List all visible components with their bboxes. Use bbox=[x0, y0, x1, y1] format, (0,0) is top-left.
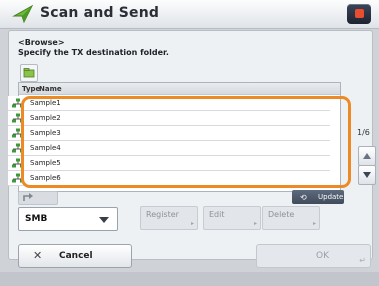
column-name: Name bbox=[39, 85, 62, 93]
scroll-up-button[interactable] bbox=[358, 146, 376, 166]
update-label: Update bbox=[318, 193, 344, 201]
register-button[interactable]: Register ▸ bbox=[140, 206, 198, 230]
item-name: Sample2 bbox=[30, 114, 61, 122]
delete-button[interactable]: Delete ▸ bbox=[262, 206, 320, 230]
chevron-down-icon bbox=[99, 217, 109, 223]
scroll-down-button[interactable] bbox=[358, 165, 376, 185]
arrow-icon: ▸ bbox=[253, 220, 257, 227]
edit-label: Edit bbox=[209, 210, 225, 219]
page-indicator: 1/6 bbox=[357, 128, 370, 137]
status-monitor-icon bbox=[355, 9, 364, 18]
page-title: Scan and Send bbox=[40, 5, 160, 21]
network-folder-icon bbox=[12, 128, 24, 138]
protocol-select[interactable]: SMB bbox=[18, 207, 118, 231]
arrow-icon: ▸ bbox=[190, 220, 194, 227]
browse-heading: <Browse> bbox=[18, 38, 65, 47]
list-header: Type Name bbox=[19, 83, 340, 95]
list-item[interactable]: Sample5 bbox=[8, 156, 330, 171]
title-bar: Scan and Send bbox=[0, 0, 379, 29]
list-item[interactable]: Sample4 bbox=[8, 141, 330, 156]
network-folder-icon bbox=[12, 143, 24, 153]
column-type: Type bbox=[22, 85, 41, 93]
update-button[interactable]: ⟲ Update bbox=[292, 190, 344, 204]
item-name: Sample4 bbox=[30, 144, 61, 152]
ok-button[interactable]: OK ↵ bbox=[256, 244, 371, 268]
cancel-label: Cancel bbox=[59, 251, 93, 261]
delete-label: Delete bbox=[268, 210, 295, 219]
item-name: Sample1 bbox=[30, 99, 61, 107]
edit-button[interactable]: Edit ▸ bbox=[203, 206, 261, 230]
folder-icon bbox=[23, 68, 35, 78]
ok-label: OK bbox=[316, 251, 329, 261]
list-item[interactable]: Sample1 bbox=[8, 96, 330, 111]
instructions: <Browse> Specify the TX destination fold… bbox=[18, 38, 169, 58]
cancel-button[interactable]: ✕ Cancel bbox=[18, 244, 132, 268]
status-monitor-button[interactable] bbox=[347, 4, 371, 24]
item-name: Sample5 bbox=[30, 159, 61, 167]
scan-send-icon bbox=[12, 4, 34, 24]
folder-tree-icon[interactable] bbox=[20, 64, 38, 82]
item-name: Sample3 bbox=[30, 129, 61, 137]
protocol-value: SMB bbox=[25, 214, 48, 224]
arrow-icon: ▸ bbox=[312, 220, 316, 227]
instruction-text: Specify the TX destination folder. bbox=[18, 48, 169, 57]
bottom-bar bbox=[0, 272, 379, 286]
refresh-icon: ⟲ bbox=[300, 193, 307, 202]
close-icon: ✕ bbox=[33, 249, 43, 262]
network-folder-icon bbox=[12, 173, 24, 183]
network-folder-icon bbox=[12, 113, 24, 123]
enter-arrow-icon: ↵ bbox=[359, 256, 366, 265]
network-folder-icon bbox=[12, 98, 24, 108]
list-item[interactable]: Sample6 bbox=[8, 171, 330, 186]
list-item[interactable]: Sample3 bbox=[8, 126, 330, 141]
register-label: Register bbox=[146, 210, 179, 219]
item-name: Sample6 bbox=[30, 174, 61, 182]
down-arrow-icon bbox=[363, 172, 371, 178]
up-level-button[interactable] bbox=[18, 191, 58, 205]
up-arrow-icon bbox=[363, 153, 371, 159]
network-folder-icon bbox=[12, 158, 24, 168]
list-item[interactable]: Sample2 bbox=[8, 111, 330, 126]
up-level-icon bbox=[23, 193, 33, 201]
